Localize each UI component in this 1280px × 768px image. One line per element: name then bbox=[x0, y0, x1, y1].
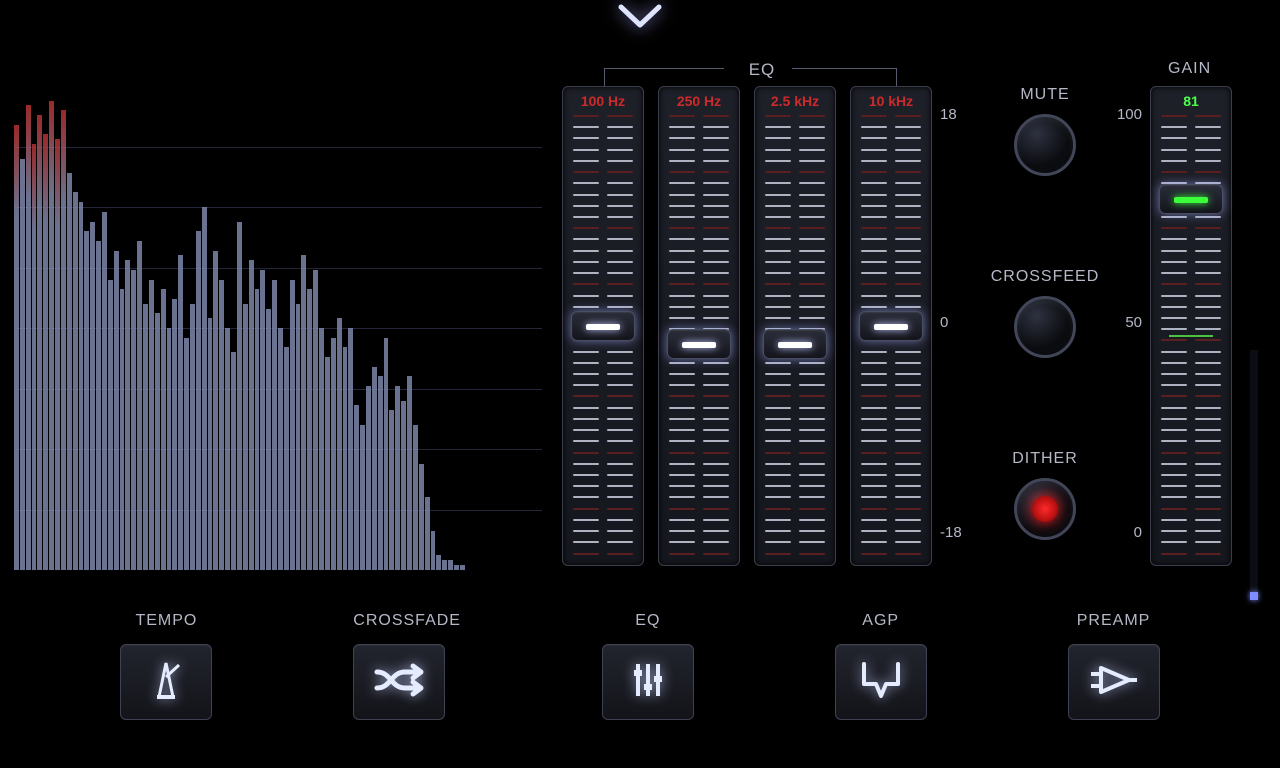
mute-block: MUTE bbox=[980, 86, 1110, 176]
preamp-icon bbox=[1089, 660, 1139, 705]
eq-freq-label: 250 Hz bbox=[659, 93, 739, 109]
eq-handle[interactable] bbox=[859, 311, 923, 341]
agp-icon bbox=[858, 658, 904, 707]
eq-section: EQ 100 Hz250 Hz2.5 kHz10 kHz 18 0 -18 bbox=[562, 50, 962, 580]
crossfeed-block: CROSSFEED bbox=[980, 268, 1110, 358]
crossfeed-knob[interactable] bbox=[1014, 296, 1076, 358]
shuffle-icon bbox=[373, 660, 425, 705]
eq-freq-label: 10 kHz bbox=[851, 93, 931, 109]
eq-fader-1[interactable]: 250 Hz bbox=[658, 86, 740, 566]
eq-bracket-right bbox=[792, 68, 897, 86]
eq-fader-0[interactable]: 100 Hz bbox=[562, 86, 644, 566]
knob-column: MUTE CROSSFEED DITHER bbox=[980, 50, 1110, 580]
gain-scale-top: 100 bbox=[1117, 106, 1142, 123]
bottom-label: CROSSFADE bbox=[353, 612, 461, 630]
bottom-item-sliders: EQ bbox=[602, 612, 694, 720]
mute-knob[interactable] bbox=[1014, 114, 1076, 176]
eq-freq-label: 100 Hz bbox=[563, 93, 643, 109]
chevron-down-icon bbox=[615, 3, 665, 38]
shuffle-button[interactable] bbox=[353, 644, 445, 720]
crossfeed-label: CROSSFEED bbox=[980, 268, 1110, 286]
eq-handle[interactable] bbox=[667, 329, 731, 359]
eq-bracket-left bbox=[604, 68, 724, 86]
bottom-label: AGP bbox=[835, 612, 927, 630]
gain-value: 81 bbox=[1151, 93, 1231, 109]
level-meter bbox=[1250, 350, 1258, 600]
expand-chevron[interactable] bbox=[610, 0, 670, 40]
eq-fader-2[interactable]: 2.5 kHz bbox=[754, 86, 836, 566]
metronome-icon bbox=[143, 657, 189, 708]
bottom-item-agp: AGP bbox=[835, 612, 927, 720]
mute-label: MUTE bbox=[980, 86, 1110, 104]
eq-scale: 18 0 -18 bbox=[940, 86, 970, 570]
bottom-label: EQ bbox=[602, 612, 694, 630]
gain-scale-mid: 50 bbox=[1125, 314, 1142, 331]
bottom-toolbar: TEMPO CROSSFADE EQ AGP PREAMP bbox=[0, 596, 1280, 736]
bottom-item-shuffle: CROSSFADE bbox=[353, 612, 461, 720]
dither-knob[interactable] bbox=[1014, 478, 1076, 540]
gain-fader[interactable]: 81 bbox=[1150, 86, 1232, 566]
eq-fader-3[interactable]: 10 kHz bbox=[850, 86, 932, 566]
bottom-label: PREAMP bbox=[1068, 612, 1160, 630]
metronome-button[interactable] bbox=[120, 644, 212, 720]
spectrum-analyzer bbox=[14, 86, 542, 570]
agp-button[interactable] bbox=[835, 644, 927, 720]
sliders-icon bbox=[626, 658, 670, 707]
dither-label: DITHER bbox=[980, 450, 1110, 468]
bottom-label: TEMPO bbox=[120, 612, 212, 630]
eq-scale-top: 18 bbox=[940, 106, 957, 123]
eq-scale-mid: 0 bbox=[940, 314, 948, 331]
bottom-item-preamp: PREAMP bbox=[1068, 612, 1160, 720]
eq-freq-label: 2.5 kHz bbox=[755, 93, 835, 109]
dither-block: DITHER bbox=[980, 450, 1110, 540]
bottom-item-metronome: TEMPO bbox=[120, 612, 212, 720]
gain-heading: GAIN bbox=[1168, 60, 1211, 78]
gain-scale: 100 50 0 bbox=[1108, 86, 1146, 570]
preamp-button[interactable] bbox=[1068, 644, 1160, 720]
gain-handle[interactable] bbox=[1159, 184, 1223, 214]
sliders-button[interactable] bbox=[602, 644, 694, 720]
gain-section: GAIN 100 50 0 81 bbox=[1108, 50, 1268, 580]
gain-scale-bot: 0 bbox=[1134, 524, 1142, 541]
eq-scale-bot: -18 bbox=[940, 524, 962, 541]
eq-handle[interactable] bbox=[763, 329, 827, 359]
eq-handle[interactable] bbox=[571, 311, 635, 341]
